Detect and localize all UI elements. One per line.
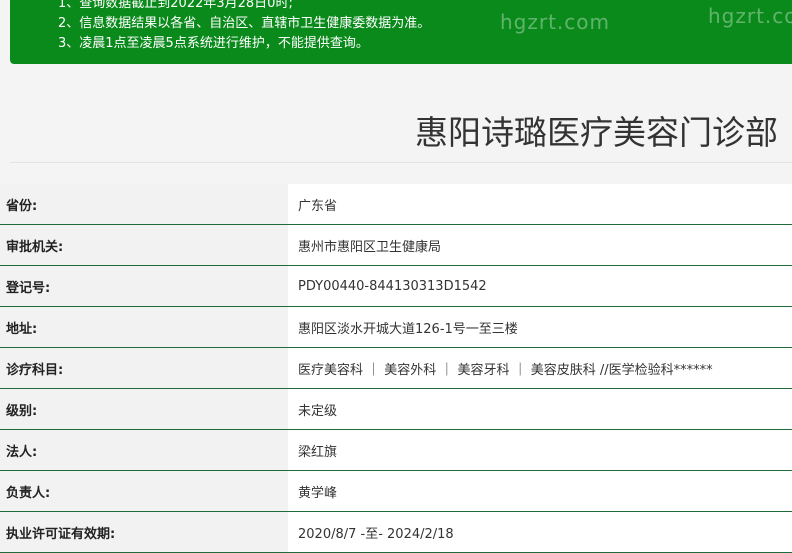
notice-line-1: 1、查询数据截止到2022年3月28日0时; xyxy=(58,0,293,11)
watermark: hgzrt.com xyxy=(500,10,611,34)
title-section: 惠阳诗璐医疗美容门诊部 xyxy=(10,86,792,163)
row-label-authority: 审批机关: xyxy=(0,225,288,265)
page-title: 惠阳诗璐医疗美容门诊部 xyxy=(415,113,778,152)
table-row: 法人: 梁红旗 xyxy=(0,430,792,471)
row-label-departments: 诊疗科目: xyxy=(0,348,288,388)
table-row: 执业许可证有效期: 2020/8/7 -至- 2024/2/18 xyxy=(0,512,792,553)
notice-banner: 1、查询数据截止到2022年3月28日0时; 2、信息数据结果以各省、自治区、直… xyxy=(10,0,792,64)
table-row: 省份: 广东省 xyxy=(0,184,792,225)
row-value-province: 广东省 xyxy=(288,184,792,224)
row-label-registration: 登记号: xyxy=(0,266,288,306)
info-table: 省份: 广东省 审批机关: 惠州市惠阳区卫生健康局 登记号: PDY00440-… xyxy=(0,184,792,553)
row-value-level: 未定级 xyxy=(288,389,792,429)
row-value-manager: 黄学峰 xyxy=(288,471,792,511)
row-value-license-validity: 2020/8/7 -至- 2024/2/18 xyxy=(288,512,792,552)
row-value-registration: PDY00440-844130313D1542 xyxy=(288,266,792,306)
watermark: hgzrt.co xyxy=(708,4,792,28)
row-value-authority: 惠州市惠阳区卫生健康局 xyxy=(288,225,792,265)
row-label-level: 级别: xyxy=(0,389,288,429)
table-row: 级别: 未定级 xyxy=(0,389,792,430)
row-label-address: 地址: xyxy=(0,307,288,347)
row-value-legal-person: 梁红旗 xyxy=(288,430,792,470)
row-value-departments: 医疗美容科 ｜ 美容外科 ｜ 美容牙科 ｜ 美容皮肤科 //医学检验科*****… xyxy=(288,348,792,388)
table-row: 审批机关: 惠州市惠阳区卫生健康局 xyxy=(0,225,792,266)
row-label-legal-person: 法人: xyxy=(0,430,288,470)
table-row: 登记号: PDY00440-844130313D1542 xyxy=(0,266,792,307)
table-row: 负责人: 黄学峰 xyxy=(0,471,792,512)
table-row: 地址: 惠阳区淡水开城大道126-1号一至三楼 xyxy=(0,307,792,348)
notice-line-2: 2、信息数据结果以各省、自治区、直辖市卫生健康委数据为准。 xyxy=(58,16,431,31)
row-label-province: 省份: xyxy=(0,184,288,224)
row-label-manager: 负责人: xyxy=(0,471,288,511)
notice-line-3: 3、凌晨1点至凌晨5点系统进行维护，不能提供查询。 xyxy=(58,36,369,51)
row-label-license-validity: 执业许可证有效期: xyxy=(0,512,288,552)
table-row: 诊疗科目: 医疗美容科 ｜ 美容外科 ｜ 美容牙科 ｜ 美容皮肤科 //医学检验… xyxy=(0,348,792,389)
row-value-address: 惠阳区淡水开城大道126-1号一至三楼 xyxy=(288,307,792,347)
